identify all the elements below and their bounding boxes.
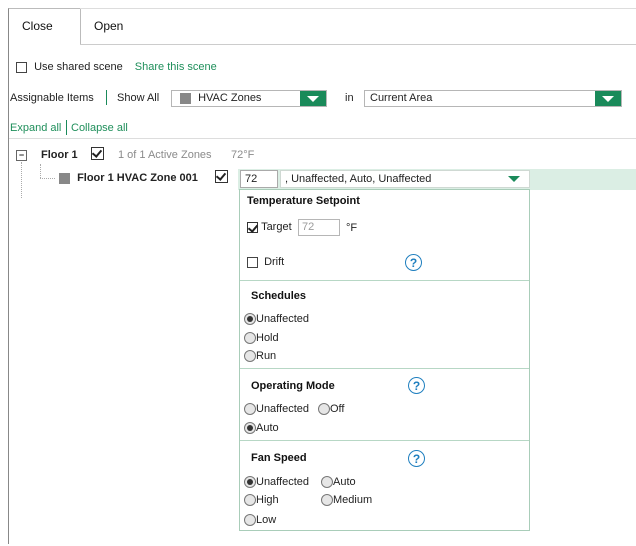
- fan-option-label: Medium: [333, 494, 373, 506]
- fan-option-label: Unaffected: [256, 476, 310, 488]
- tab-close[interactable]: Close: [9, 9, 79, 44]
- target-row: Target: [247, 221, 292, 233]
- area-select[interactable]: Current Area: [364, 90, 622, 107]
- radio-unselected: [244, 494, 256, 507]
- radio-selected: [244, 476, 256, 489]
- help-icon[interactable]: ?: [405, 254, 422, 271]
- checkmark-icon: [215, 170, 228, 183]
- zone-settings-panel: Temperature Setpoint Target 72 °F Drift …: [239, 189, 530, 531]
- area-value: Current Area: [370, 92, 433, 104]
- help-icon[interactable]: ?: [408, 450, 425, 467]
- operating-option-label: Auto: [256, 422, 279, 434]
- fan-option-unaffected[interactable]: Unaffected: [244, 476, 310, 489]
- tree-line-vertical-child: [40, 164, 41, 178]
- fan-option-label: Auto: [333, 476, 356, 488]
- hvac-zone-icon: [180, 92, 191, 104]
- radio-unselected: [244, 403, 256, 416]
- shared-scene-row: Use shared scene Share this scene: [16, 61, 217, 73]
- fan-speed-title: Fan Speed: [251, 452, 307, 464]
- schedule-option-unaffected[interactable]: Unaffected: [244, 313, 310, 326]
- chevron-down-icon[interactable]: [300, 91, 326, 106]
- floor-temperature: 72°F: [231, 149, 255, 161]
- tree-top-divider: [9, 138, 636, 139]
- schedule-option-run[interactable]: Run: [244, 350, 277, 363]
- target-temperature-input[interactable]: 72: [298, 219, 340, 236]
- in-label: in: [345, 92, 354, 104]
- zone-checkbox[interactable]: [215, 170, 228, 183]
- radio-unselected: [244, 514, 256, 527]
- operating-option-auto[interactable]: Auto: [244, 422, 279, 435]
- assignable-separator: [106, 90, 107, 105]
- schedule-option-hold[interactable]: Hold: [244, 332, 279, 345]
- schedules-title: Schedules: [251, 290, 307, 302]
- temperature-setpoint-title: Temperature Setpoint: [247, 195, 360, 207]
- zone-setpoint-input[interactable]: 72: [240, 170, 278, 188]
- active-zones-count: 1 of 1 Active Zones: [118, 149, 212, 161]
- drift-label: Drift: [264, 256, 285, 269]
- tree-line-vertical: [21, 162, 22, 198]
- zone-settings-combo[interactable]: , Unaffected, Auto, Unaffected: [280, 170, 530, 188]
- zone-label: Floor 1 HVAC Zone 001: [77, 172, 198, 185]
- tab-top-border: [80, 8, 636, 9]
- collapse-all-link[interactable]: Collapse all: [71, 122, 128, 134]
- floor-label[interactable]: Floor 1: [41, 149, 78, 161]
- section-divider: [240, 280, 529, 281]
- radio-selected: [244, 422, 256, 435]
- chevron-down-icon[interactable]: [595, 91, 621, 106]
- help-icon[interactable]: ?: [408, 377, 425, 394]
- tab-open[interactable]: Open: [80, 9, 136, 44]
- drift-row: Drift: [247, 256, 284, 268]
- fan-option-label: Low: [256, 514, 277, 526]
- expand-all-link[interactable]: Expand all: [10, 122, 61, 134]
- schedule-option-label: Hold: [256, 332, 279, 344]
- operating-mode-title: Operating Mode: [251, 380, 335, 392]
- target-label: Target: [261, 221, 292, 234]
- radio-unselected: [321, 494, 333, 507]
- operating-option-label: Off: [330, 403, 345, 415]
- radio-selected: [244, 313, 256, 326]
- section-divider: [240, 440, 529, 441]
- fan-option-high[interactable]: High: [244, 494, 279, 507]
- assignable-items-label: Assignable Items: [10, 92, 94, 104]
- checkmark-icon: [91, 147, 104, 160]
- section-divider: [240, 368, 529, 369]
- radio-unselected: [244, 350, 256, 363]
- fan-option-label: High: [256, 494, 279, 506]
- fan-option-low[interactable]: Low: [244, 514, 277, 527]
- drift-checkbox[interactable]: [247, 256, 258, 268]
- operating-option-unaffected[interactable]: Unaffected: [244, 403, 310, 416]
- use-shared-scene-label: Use shared scene: [34, 61, 123, 74]
- radio-unselected: [244, 332, 256, 345]
- zone-settings-summary: , Unaffected, Auto, Unaffected: [285, 173, 432, 185]
- share-this-scene-link[interactable]: Share this scene: [135, 61, 217, 73]
- expand-collapse-separator: [66, 120, 67, 135]
- schedule-option-label: Unaffected: [256, 313, 310, 325]
- schedule-option-label: Run: [256, 350, 277, 362]
- tree-line-horizontal: [40, 178, 55, 179]
- tree-collapse-toggle[interactable]: −: [16, 150, 27, 161]
- chevron-down-icon[interactable]: [508, 176, 520, 182]
- radio-unselected: [318, 403, 330, 416]
- floor-checkbox[interactable]: [91, 147, 104, 160]
- show-all-label[interactable]: Show All: [117, 92, 159, 104]
- zone-type-value: HVAC Zones: [198, 92, 262, 104]
- fan-option-auto[interactable]: Auto: [321, 476, 356, 489]
- hvac-zone-icon: [59, 172, 70, 184]
- target-unit: °F: [346, 222, 358, 234]
- radio-unselected: [321, 476, 333, 489]
- zone-row[interactable]: Floor 1 HVAC Zone 001: [59, 172, 198, 184]
- operating-option-label: Unaffected: [256, 403, 310, 415]
- operating-option-off[interactable]: Off: [318, 403, 345, 416]
- zone-type-select[interactable]: HVAC Zones: [171, 90, 327, 107]
- tab-bottom-border: [80, 44, 636, 45]
- target-checkbox[interactable]: [247, 221, 258, 233]
- use-shared-scene-checkbox[interactable]: [16, 61, 27, 73]
- fan-option-medium[interactable]: Medium: [321, 494, 373, 507]
